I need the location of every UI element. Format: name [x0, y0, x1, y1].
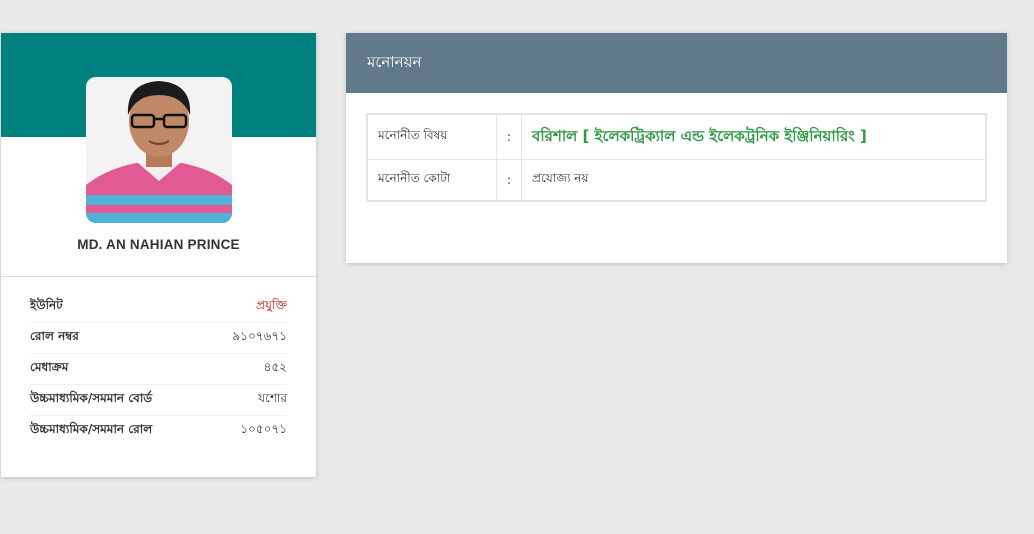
info-row-unit: ইউনিট প্রযুক্তি — [30, 292, 287, 323]
nomination-card: মনোনয়ন মনোনীত বিষয় : বরিশাল [ ইলেকট্রি… — [346, 33, 1007, 263]
info-value: ৪৫২ — [263, 360, 287, 374]
student-photo-icon — [86, 77, 232, 223]
info-row-hsc-board: উচ্চমাধ্যমিক/সমমান বোর্ড যশোর — [30, 385, 287, 416]
info-value: যশোর — [258, 391, 287, 405]
nomination-row-quota: মনোনীত কোটা : প্রযোজ্য নয় — [366, 159, 987, 202]
nomination-title: মনোনয়ন — [367, 53, 422, 71]
nomination-header: মনোনয়ন — [346, 33, 1007, 93]
nomination-label: মনোনীত বিষয় — [366, 113, 497, 160]
info-label: ইউনিট — [30, 298, 63, 312]
nomination-colon: : — [495, 113, 523, 160]
info-value: ১০৫০৭১ — [240, 422, 287, 436]
info-row-merit-position: মেধাক্রম ৪৫২ — [30, 354, 287, 385]
nomination-table: মনোনীত বিষয় : বরিশাল [ ইলেকট্রিক্যাল এন… — [366, 113, 987, 202]
nomination-value: বরিশাল [ ইলেকট্রিক্যাল এন্ড ইলেকট্রনিক ই… — [521, 113, 987, 160]
info-value: প্রযুক্তি — [256, 298, 287, 312]
profile-name: MD. AN NAHIAN PRINCE — [77, 237, 240, 252]
info-row-roll-number: রোল নম্বর ৯১০৭৬৭১ — [30, 323, 287, 354]
info-label: মেধাক্রম — [30, 360, 69, 374]
info-label: উচ্চমাধ্যমিক/সমমান বোর্ড — [30, 391, 153, 405]
nominated-subject: বরিশাল [ ইলেকট্রিক্যাল এন্ড ইলেকট্রনিক ই… — [532, 126, 867, 145]
profile-photo — [86, 77, 232, 223]
profile-card: MD. AN NAHIAN PRINCE ইউনিট প্রযুক্তি রোল… — [1, 33, 316, 477]
info-label: রোল নম্বর — [30, 329, 79, 343]
nomination-colon: : — [495, 159, 523, 202]
nomination-label: মনোনীত কোটা — [366, 159, 497, 202]
profile-info-list: ইউনিট প্রযুক্তি রোল নম্বর ৯১০৭৬৭১ মেধাক্… — [30, 292, 287, 446]
info-label: উচ্চমাধ্যমিক/সমমান রোল — [30, 422, 153, 436]
nominated-quota: প্রযোজ্য নয় — [521, 159, 987, 202]
profile-divider — [1, 276, 316, 277]
info-value: ৯১০৭৬৭১ — [232, 329, 287, 343]
nomination-row-subject: মনোনীত বিষয় : বরিশাল [ ইলেকট্রিক্যাল এন… — [366, 113, 987, 160]
info-row-hsc-roll: উচ্চমাধ্যমিক/সমমান রোল ১০৫০৭১ — [30, 416, 287, 446]
